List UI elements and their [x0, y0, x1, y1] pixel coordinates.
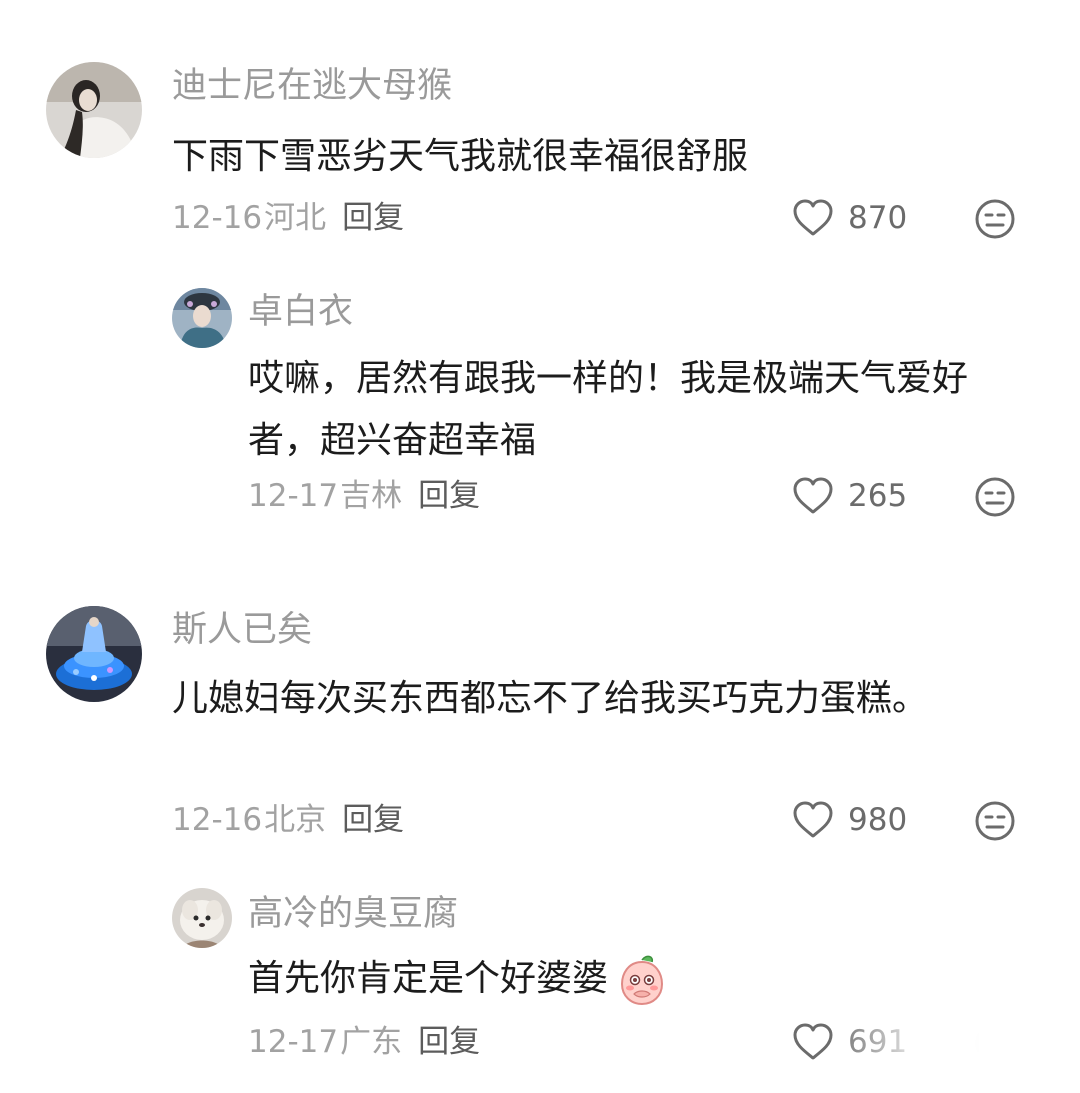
dislike-face-icon[interactable]	[974, 800, 1016, 842]
comment-location: 广东	[340, 1024, 403, 1060]
comment-text-content: 首先你肯定是个好婆婆	[248, 958, 609, 999]
like-button[interactable]: 691	[792, 1020, 907, 1064]
dislike-face-icon[interactable]	[974, 198, 1016, 240]
comment-author[interactable]: 迪士尼在逃大母猴	[172, 64, 452, 108]
comment-author[interactable]: 卓白衣	[248, 290, 353, 334]
avatar[interactable]	[172, 888, 232, 948]
heart-icon	[793, 801, 833, 838]
like-button[interactable]: 265	[792, 474, 907, 518]
comment-author[interactable]: 高冷的臭豆腐	[248, 892, 458, 936]
comment-text: 儿媳妇每次买东西都忘不了给我买巧克力蛋糕。	[172, 678, 929, 719]
comment-date: 12-16	[172, 802, 263, 838]
like-count: 870	[848, 200, 908, 236]
peach-shy-emoji-icon	[621, 955, 664, 1006]
like-button[interactable]: 870	[792, 196, 907, 240]
comment-location: 吉林	[340, 478, 403, 514]
comment-location: 河北	[264, 200, 327, 236]
heart-icon	[793, 199, 833, 236]
reply-button[interactable]: 回复	[418, 1024, 480, 1060]
comment-location: 北京	[264, 802, 327, 838]
comment-meta: 12-17广东 回复	[248, 1022, 480, 1062]
reply-button[interactable]: 回复	[418, 478, 480, 514]
like-count: 980	[848, 802, 908, 838]
comment-date: 12-17	[248, 478, 339, 514]
avatar[interactable]	[46, 62, 142, 158]
like-button[interactable]: 980	[792, 798, 907, 842]
avatar[interactable]	[172, 288, 232, 348]
reply-button[interactable]: 回复	[342, 200, 404, 236]
heart-icon	[793, 477, 833, 514]
comment-meta: 12-17吉林 回复	[248, 476, 480, 516]
dislike-face-icon[interactable]	[974, 476, 1016, 518]
comment-text: 下雨下雪恶劣天气我就很幸福很舒服	[172, 136, 749, 177]
comment-author[interactable]: 斯人已矣	[172, 608, 312, 652]
like-count: 691	[848, 1024, 908, 1060]
comment-date: 12-17	[248, 1024, 339, 1060]
comment-date: 12-16	[172, 200, 263, 236]
avatar[interactable]	[46, 606, 142, 702]
comment-meta: 12-16北京 回复	[172, 800, 404, 840]
dislike-face-icon[interactable]	[974, 1022, 1016, 1064]
comment-meta: 12-16河北 回复	[172, 198, 404, 238]
reply-button[interactable]: 回复	[342, 802, 404, 838]
like-count: 265	[848, 478, 908, 514]
comment-text: 首先你肯定是个好婆婆	[248, 948, 1018, 1010]
comment-text: 哎嘛，居然有跟我一样的！我是极端天气爱好者，超兴奋超幸福	[248, 358, 969, 461]
heart-icon	[793, 1023, 833, 1060]
